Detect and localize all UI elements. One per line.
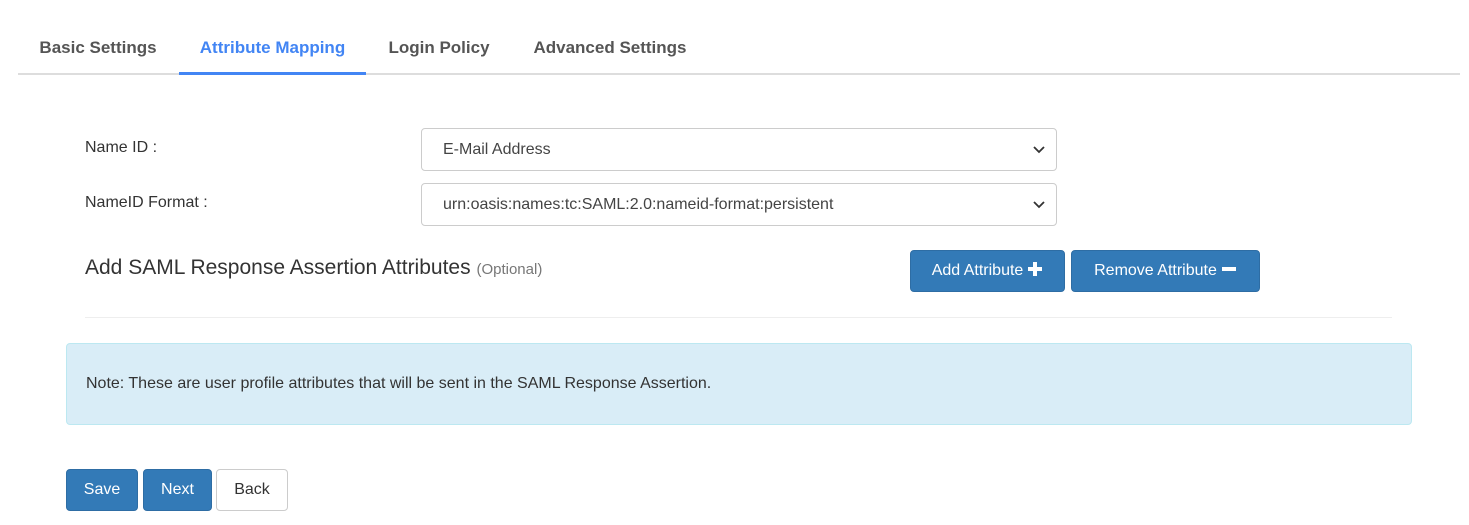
- save-button[interactable]: Save: [66, 469, 138, 511]
- minus-icon: [1221, 267, 1236, 271]
- info-note: Note: These are user profile attributes …: [66, 343, 1412, 425]
- tab-bar: Basic Settings Attribute Mapping Login P…: [18, 24, 1460, 75]
- add-attribute-label: Add Attribute: [931, 262, 1024, 279]
- name-id-value: E-Mail Address: [443, 141, 551, 158]
- nameid-format-select[interactable]: urn:oasis:names:tc:SAML:2.0:nameid-forma…: [421, 183, 1057, 226]
- optional-label: (Optional): [476, 261, 543, 278]
- section-title-text: Add SAML Response Assertion Attributes: [85, 256, 471, 279]
- tab-basic-settings[interactable]: Basic Settings: [18, 24, 178, 75]
- nameid-format-value: urn:oasis:names:tc:SAML:2.0:nameid-forma…: [443, 196, 834, 213]
- section-divider: [85, 317, 1392, 318]
- tab-advanced-settings[interactable]: Advanced Settings: [512, 24, 708, 75]
- tab-attribute-mapping[interactable]: Attribute Mapping: [179, 24, 366, 75]
- plus-icon: [1028, 262, 1043, 276]
- back-button[interactable]: Back: [216, 469, 288, 511]
- add-attribute-button[interactable]: Add Attribute: [910, 250, 1065, 292]
- nameid-format-label: NameID Format :: [85, 194, 208, 211]
- tab-login-policy[interactable]: Login Policy: [366, 24, 512, 75]
- next-button[interactable]: Next: [143, 469, 212, 511]
- remove-attribute-button[interactable]: Remove Attribute: [1071, 250, 1260, 292]
- chevron-down-icon: [1033, 146, 1045, 154]
- name-id-select[interactable]: E-Mail Address: [421, 128, 1057, 171]
- attributes-section-title: Add SAML Response Assertion Attributes (…: [85, 256, 542, 280]
- name-id-label: Name ID :: [85, 139, 158, 156]
- remove-attribute-label: Remove Attribute: [1094, 262, 1217, 279]
- chevron-down-icon: [1033, 201, 1045, 209]
